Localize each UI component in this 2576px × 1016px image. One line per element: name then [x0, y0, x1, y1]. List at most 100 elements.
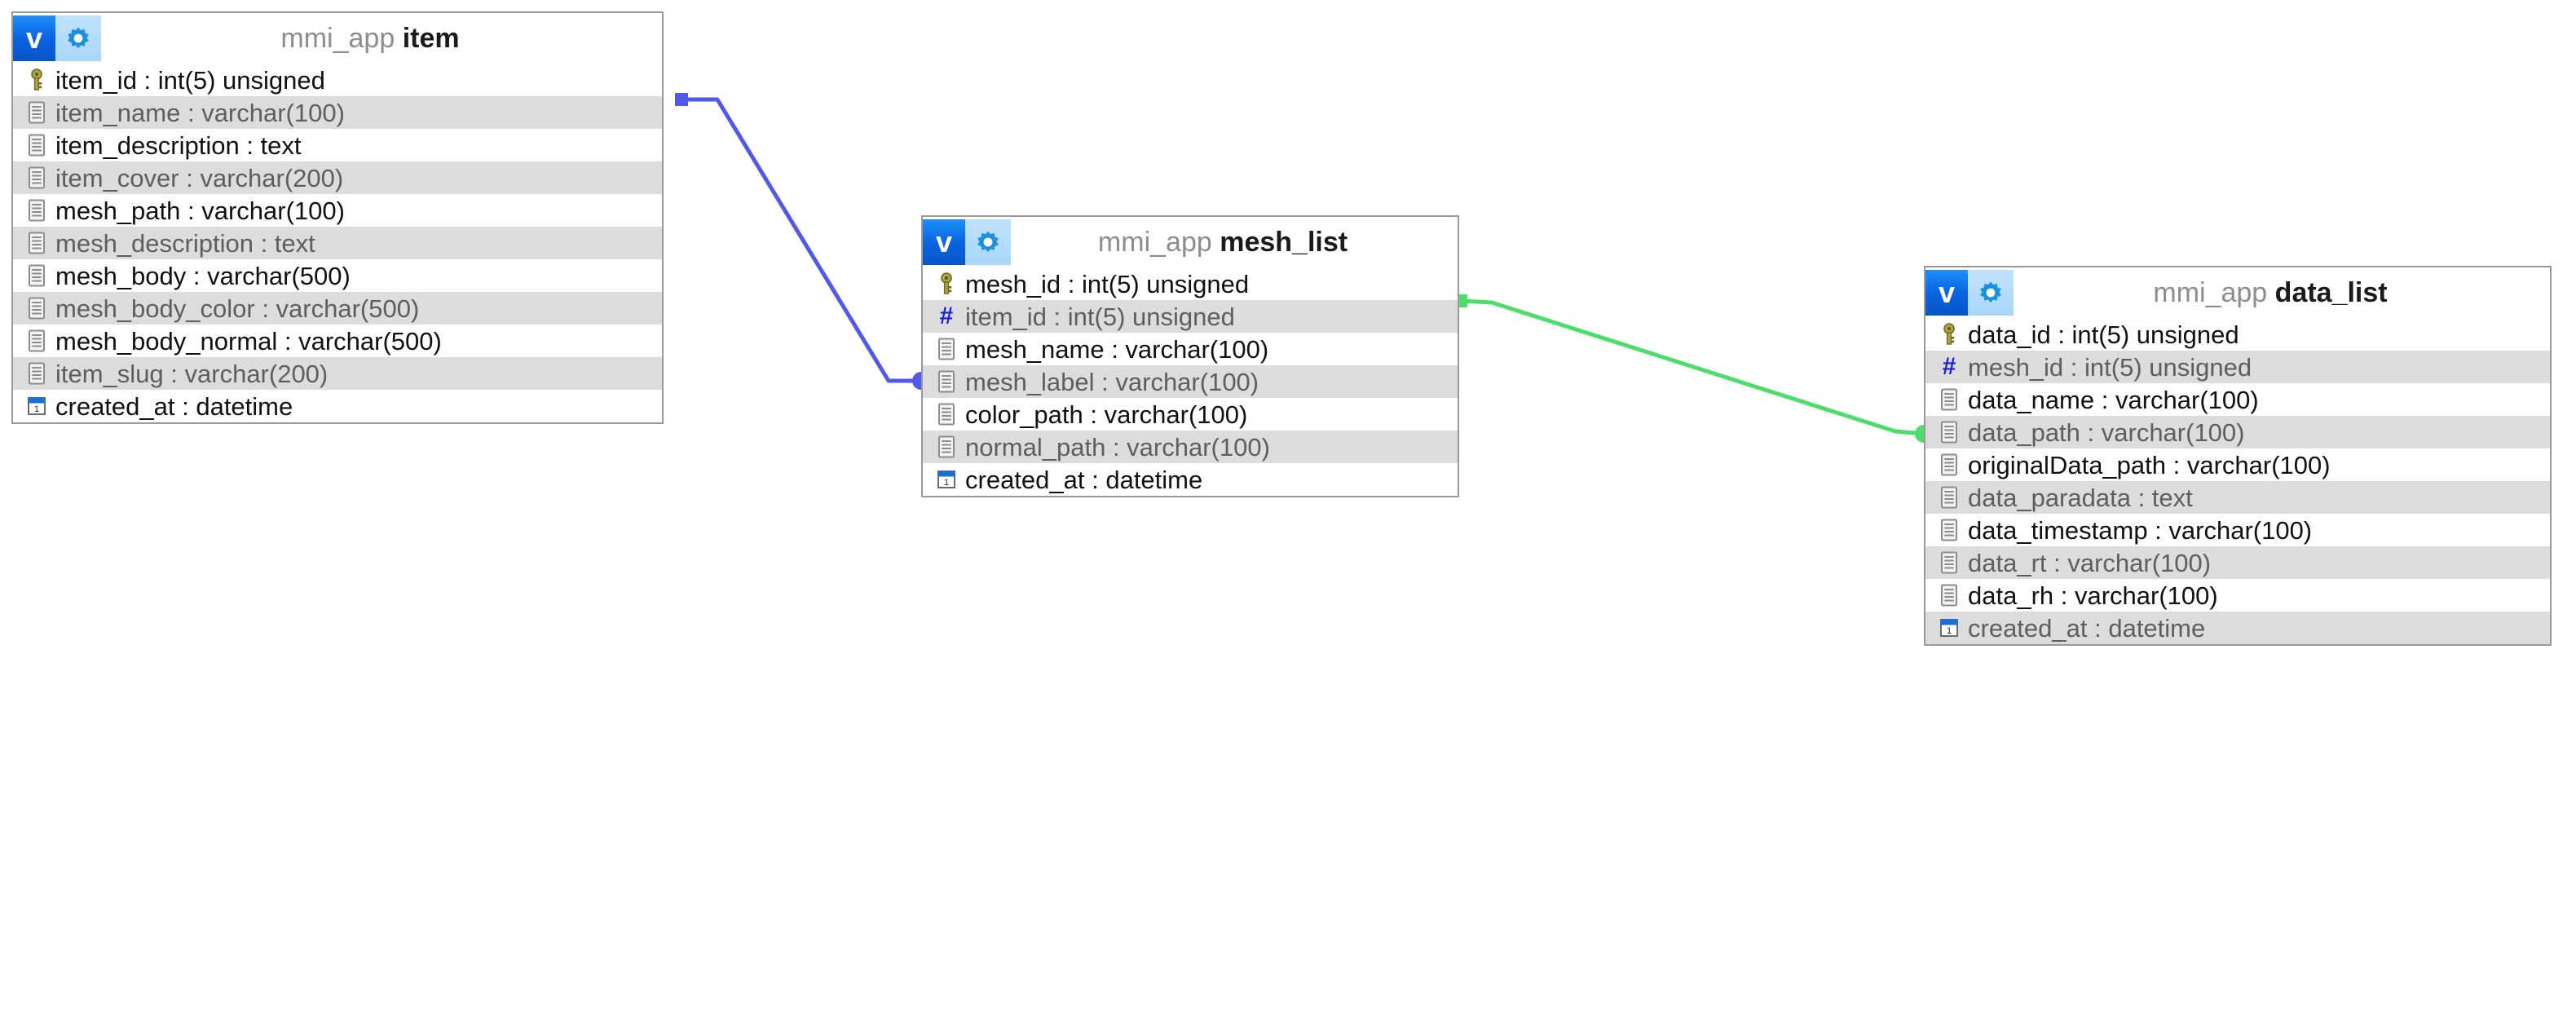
column-icon-glyph — [1941, 453, 1957, 476]
column-icon — [24, 329, 49, 353]
column-label: mesh_label : varchar(100) — [965, 367, 1259, 396]
gear-icon-glyph — [977, 231, 999, 253]
erd-canvas: v mmi_app item item_id : int(5) unsigned it… — [0, 0, 2576, 1016]
column-row[interactable]: mesh_description : text — [13, 227, 662, 259]
svg-text:1: 1 — [944, 478, 949, 488]
table-name: item — [402, 22, 460, 54]
column-label: normal_path : varchar(100) — [965, 432, 1270, 462]
column-row[interactable]: mesh_label : varchar(100) — [923, 365, 1458, 398]
column-icon-glyph — [938, 435, 955, 458]
column-icon — [1937, 518, 1961, 542]
column-icon — [1937, 583, 1961, 607]
column-icon-glyph — [1941, 584, 1957, 607]
foreign-key-icon: # — [1937, 355, 1961, 379]
entity-table-data_list[interactable]: v mmi_app data_list data_id : int(5) unsig… — [1924, 266, 2552, 646]
relationship-item-to-mesh_list — [675, 93, 930, 390]
foreign-key-icon-glyph: # — [939, 303, 954, 329]
column-row[interactable]: mesh_body : varchar(500) — [13, 259, 662, 292]
primary-key-icon-glyph — [1943, 323, 1955, 345]
column-row[interactable]: 1 created_at : datetime — [13, 390, 662, 422]
column-row[interactable]: data_path : varchar(100) — [1925, 416, 2550, 448]
column-row[interactable]: item_slug : varchar(200) — [13, 357, 662, 390]
column-row[interactable]: originalData_path : varchar(100) — [1925, 448, 2550, 481]
relationship-line — [679, 97, 924, 383]
column-row[interactable]: data_rt : varchar(100) — [1925, 546, 2550, 579]
column-icon — [24, 296, 49, 320]
column-row[interactable]: data_id : int(5) unsigned — [1925, 318, 2550, 351]
collapse-toggle-icon[interactable]: v — [13, 15, 55, 61]
column-label: mesh_body : varchar(500) — [55, 261, 351, 290]
column-icon — [934, 369, 959, 394]
column-row[interactable]: # item_id : int(5) unsigned — [923, 300, 1458, 333]
collapse-toggle-icon[interactable]: v — [923, 219, 965, 265]
column-row[interactable]: color_path : varchar(100) — [923, 398, 1458, 431]
primary-key-icon — [934, 272, 959, 296]
column-label: originalData_path : varchar(100) — [1968, 450, 2331, 479]
column-row[interactable]: item_cover : varchar(200) — [13, 161, 662, 194]
column-icon — [24, 198, 49, 223]
entity-title-data_list: mmi_app data_list — [2014, 277, 2550, 309]
entity-header-item: v mmi_app item — [13, 13, 662, 64]
relationship-start-marker — [675, 93, 688, 106]
column-row[interactable]: # mesh_id : int(5) unsigned — [1925, 351, 2550, 383]
datetime-icon-glyph: 1 — [28, 397, 46, 415]
primary-key-icon — [24, 68, 49, 92]
column-icon-glyph — [29, 199, 45, 222]
foreign-key-icon-glyph: # — [1942, 353, 1956, 380]
gear-icon[interactable] — [1968, 270, 2014, 316]
column-icon — [24, 263, 49, 288]
entity-table-item[interactable]: v mmi_app item item_id : int(5) unsigned it… — [11, 11, 664, 424]
column-icon — [24, 100, 49, 125]
column-label: created_at : datetime — [1968, 613, 2206, 643]
entity-header-mesh_list: v mmi_app mesh_list — [923, 217, 1458, 267]
entity-header-data_list: v mmi_app data_list — [1925, 267, 2550, 318]
column-row[interactable]: mesh_body_normal : varchar(500) — [13, 325, 662, 357]
column-row[interactable]: data_rh : varchar(100) — [1925, 579, 2550, 612]
column-label: mesh_body_color : varchar(500) — [55, 294, 420, 323]
primary-key-icon-glyph — [941, 272, 952, 294]
column-icon — [934, 402, 959, 426]
column-label: data_path : varchar(100) — [1968, 417, 2245, 447]
column-icon-glyph — [29, 362, 45, 385]
column-icon-glyph — [29, 329, 45, 352]
column-label: item_id : int(5) unsigned — [55, 65, 325, 95]
column-row[interactable]: mesh_body_color : varchar(500) — [13, 292, 662, 325]
column-row[interactable]: normal_path : varchar(100) — [923, 431, 1458, 463]
column-row[interactable]: data_paradata : text — [1925, 481, 2550, 514]
column-label: data_rh : varchar(100) — [1968, 581, 2218, 610]
column-icon — [934, 337, 959, 361]
column-label: created_at : datetime — [55, 391, 293, 421]
datetime-icon: 1 — [1937, 616, 1961, 640]
column-row[interactable]: mesh_id : int(5) unsigned — [923, 267, 1458, 300]
gear-icon[interactable] — [965, 219, 1011, 265]
column-label: data_rt : varchar(100) — [1968, 548, 2212, 577]
collapse-toggle-icon[interactable]: v — [1925, 270, 1968, 316]
column-icon — [1937, 485, 1961, 510]
column-icon — [24, 231, 49, 255]
column-row[interactable]: item_id : int(5) unsigned — [13, 64, 662, 96]
column-icon — [1937, 387, 1961, 412]
entity-title-item: mmi_app item — [101, 23, 662, 55]
entity-table-mesh_list[interactable]: v mmi_app mesh_list mesh_id : int(5) unsig… — [921, 215, 1459, 497]
relationship-line — [1458, 298, 1926, 436]
column-icon — [1937, 453, 1961, 477]
column-label: mesh_id : int(5) unsigned — [965, 269, 1250, 298]
column-label: data_name : varchar(100) — [1968, 385, 2259, 414]
column-row[interactable]: data_name : varchar(100) — [1925, 383, 2550, 416]
column-icon — [24, 133, 49, 157]
column-row[interactable]: data_timestamp : varchar(100) — [1925, 514, 2550, 546]
column-row[interactable]: item_name : varchar(100) — [13, 96, 662, 129]
column-row[interactable]: item_description : text — [13, 129, 662, 161]
column-icon-glyph — [29, 166, 45, 189]
column-icon — [1937, 420, 1961, 444]
column-label: created_at : datetime — [965, 465, 1203, 494]
column-label: data_paradata : text — [1968, 483, 2193, 512]
schema-name: mmi_app — [1097, 226, 1212, 258]
column-row[interactable]: 1 created_at : datetime — [923, 463, 1458, 496]
column-row[interactable]: mesh_path : varchar(100) — [13, 194, 662, 227]
column-row[interactable]: 1 created_at : datetime — [1925, 612, 2550, 644]
gear-icon[interactable] — [55, 15, 101, 61]
column-label: item_id : int(5) unsigned — [965, 302, 1235, 331]
column-row[interactable]: mesh_name : varchar(100) — [923, 333, 1458, 365]
column-icon-glyph — [29, 101, 45, 124]
